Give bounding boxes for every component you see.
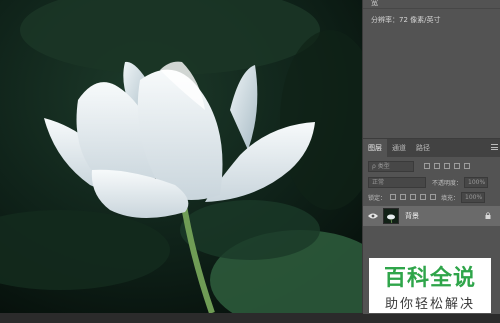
properties-panel: 宽 分辨率：72 像素/英寸 [363, 0, 500, 138]
resolution-text: 分辨率：72 像素/英寸 [371, 16, 441, 24]
status-bar [0, 313, 500, 323]
lock-all-icon[interactable] [430, 194, 437, 200]
lock-label: 锁定： [368, 194, 387, 202]
opacity-field[interactable]: 100% [464, 176, 489, 188]
panel-menu-icon[interactable] [491, 144, 498, 150]
watermark-badge: 百科全说 助你轻松解决 [369, 258, 491, 313]
watermark-title: 百科全说 [383, 266, 476, 291]
filter-shape-icon[interactable] [454, 163, 460, 169]
lotus-photo [0, 0, 362, 313]
filter-pixel-icon[interactable] [424, 163, 430, 169]
lock-artboard-icon[interactable] [420, 194, 427, 200]
panel-divider [363, 8, 500, 9]
layer-lock-icon[interactable] [485, 212, 491, 219]
tab-channels[interactable]: 通道 [387, 139, 411, 157]
layer-row-background[interactable]: 背景 [363, 206, 500, 226]
lock-row: 锁定： 填充： 100% [363, 190, 500, 204]
fill-field[interactable]: 100% [461, 191, 486, 203]
layer-thumbnail [383, 208, 399, 224]
tab-layers[interactable]: 图层 [363, 139, 387, 157]
blend-mode-select[interactable]: 正常 [368, 176, 426, 188]
document-canvas[interactable] [0, 0, 362, 313]
lock-brush-icon[interactable] [400, 194, 407, 200]
layer-name[interactable]: 背景 [405, 211, 419, 221]
layers-tabs: 图层 通道 路径 [363, 139, 500, 157]
blend-row: 正常 不透明度： 100% [363, 175, 500, 189]
watermark-subtitle: 助你轻松解决 [384, 297, 475, 312]
filter-row: ρ 类型 [363, 159, 500, 173]
filter-smart-icon[interactable] [464, 163, 470, 169]
properties-top-label: 宽 [371, 0, 378, 7]
visibility-eye-icon[interactable] [368, 213, 378, 219]
lock-transparent-icon[interactable] [390, 194, 397, 200]
lock-move-icon[interactable] [410, 194, 417, 200]
tab-paths[interactable]: 路径 [411, 139, 435, 157]
opacity-label: 不透明度： [432, 179, 463, 187]
filter-kind-select[interactable]: ρ 类型 [368, 160, 414, 172]
filter-type-icon[interactable] [444, 163, 450, 169]
filter-adjustment-icon[interactable] [434, 163, 440, 169]
fill-label: 填充： [441, 194, 460, 202]
